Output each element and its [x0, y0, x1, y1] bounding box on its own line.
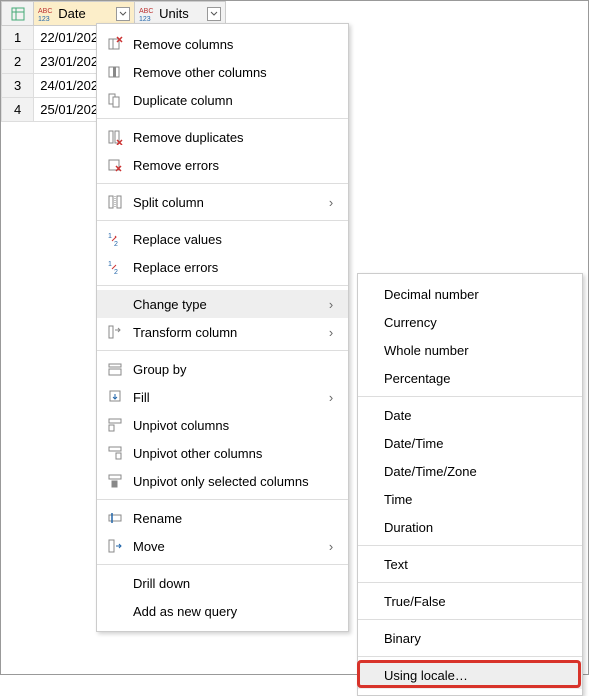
row-number: 1 [2, 26, 34, 50]
chevron-right-icon: › [324, 390, 338, 405]
menu-item-transform-column[interactable]: Transform column › [97, 318, 348, 346]
replace-values-icon: 12 [105, 229, 125, 249]
chevron-right-icon: › [324, 539, 338, 554]
column-header-label: Units [159, 6, 203, 21]
transform-column-icon [105, 322, 125, 342]
rename-icon [105, 508, 125, 528]
svg-text:123: 123 [139, 16, 151, 22]
blank-icon [105, 573, 125, 593]
remove-errors-icon [105, 155, 125, 175]
blank-icon [105, 601, 125, 621]
svg-text:2: 2 [114, 269, 118, 275]
menu-separator [97, 183, 348, 184]
menu-item-group-by[interactable]: Group by [97, 355, 348, 383]
menu-item-rename[interactable]: Rename [97, 504, 348, 532]
menu-item-remove-columns[interactable]: Remove columns [97, 30, 348, 58]
menu-item-binary[interactable]: Binary [358, 624, 582, 652]
menu-item-unpivot-columns[interactable]: Unpivot columns [97, 411, 348, 439]
menu-item-remove-errors[interactable]: Remove errors [97, 151, 348, 179]
chevron-right-icon: › [324, 297, 338, 312]
column-context-menu: Remove columns Remove other columns Dupl… [96, 23, 349, 632]
group-by-icon [105, 359, 125, 379]
chevron-right-icon: › [324, 195, 338, 210]
svg-text:1: 1 [108, 233, 112, 240]
row-number: 3 [2, 74, 34, 98]
menu-item-drill-down[interactable]: Drill down [97, 569, 348, 597]
chevron-right-icon: › [324, 325, 338, 340]
menu-item-decimal-number[interactable]: Decimal number [358, 280, 582, 308]
menu-item-add-as-new-query[interactable]: Add as new query [97, 597, 348, 625]
row-number: 4 [2, 98, 34, 122]
menu-separator [97, 350, 348, 351]
menu-item-currency[interactable]: Currency [358, 308, 582, 336]
fill-icon [105, 387, 125, 407]
menu-item-remove-other-columns[interactable]: Remove other columns [97, 58, 348, 86]
menu-item-percentage[interactable]: Percentage [358, 364, 582, 392]
svg-text:123: 123 [38, 16, 50, 22]
menu-item-text[interactable]: Text [358, 550, 582, 578]
menu-item-unpivot-other-columns[interactable]: Unpivot other columns [97, 439, 348, 467]
menu-item-date[interactable]: Date [358, 401, 582, 429]
blank-icon [105, 294, 125, 314]
menu-item-move[interactable]: Move › [97, 532, 348, 560]
menu-item-fill[interactable]: Fill › [97, 383, 348, 411]
menu-separator [97, 564, 348, 565]
split-column-icon [105, 192, 125, 212]
row-number: 2 [2, 50, 34, 74]
column-header-date[interactable]: ABC 123 Date [34, 2, 135, 26]
column-filter-button[interactable] [116, 7, 130, 21]
menu-item-date-time[interactable]: Date/Time [358, 429, 582, 457]
menu-separator [358, 656, 582, 657]
menu-item-true-false[interactable]: True/False [358, 587, 582, 615]
menu-separator [97, 220, 348, 221]
menu-separator [358, 582, 582, 583]
menu-item-change-type[interactable]: Change type › [97, 290, 348, 318]
datatype-any-icon: ABC 123 [139, 6, 155, 22]
change-type-submenu: Decimal number Currency Whole number Per… [357, 273, 583, 696]
menu-item-split-column[interactable]: Split column › [97, 188, 348, 216]
menu-separator [358, 619, 582, 620]
svg-text:1: 1 [108, 261, 112, 268]
replace-errors-icon: 12 [105, 257, 125, 277]
menu-item-duration[interactable]: Duration [358, 513, 582, 541]
menu-item-date-time-zone[interactable]: Date/Time/Zone [358, 457, 582, 485]
duplicate-column-icon [105, 90, 125, 110]
unpivot-other-icon [105, 443, 125, 463]
menu-item-using-locale[interactable]: Using locale… [358, 661, 582, 689]
svg-text:ABC: ABC [38, 8, 52, 15]
menu-item-replace-values[interactable]: 12 Replace values [97, 225, 348, 253]
remove-other-columns-icon [105, 62, 125, 82]
unpivot-selected-icon [105, 471, 125, 491]
move-icon [105, 536, 125, 556]
menu-item-replace-errors[interactable]: 12 Replace errors [97, 253, 348, 281]
menu-separator [358, 545, 582, 546]
column-filter-button[interactable] [207, 7, 221, 21]
menu-item-whole-number[interactable]: Whole number [358, 336, 582, 364]
svg-text:ABC: ABC [139, 8, 153, 15]
menu-separator [358, 396, 582, 397]
menu-item-remove-duplicates[interactable]: Remove duplicates [97, 123, 348, 151]
datatype-any-icon: ABC 123 [38, 6, 54, 22]
menu-item-time[interactable]: Time [358, 485, 582, 513]
column-header-label: Date [58, 6, 112, 21]
remove-duplicates-icon [105, 127, 125, 147]
table-icon [2, 2, 33, 25]
column-header-units[interactable]: ABC 123 Units [135, 2, 226, 26]
svg-text:2: 2 [114, 241, 118, 247]
menu-item-unpivot-only-selected[interactable]: Unpivot only selected columns [97, 467, 348, 495]
table-corner-cell[interactable] [2, 2, 34, 26]
menu-separator [97, 285, 348, 286]
remove-columns-icon [105, 34, 125, 54]
menu-item-duplicate-column[interactable]: Duplicate column [97, 86, 348, 114]
unpivot-icon [105, 415, 125, 435]
menu-separator [97, 118, 348, 119]
menu-separator [97, 499, 348, 500]
